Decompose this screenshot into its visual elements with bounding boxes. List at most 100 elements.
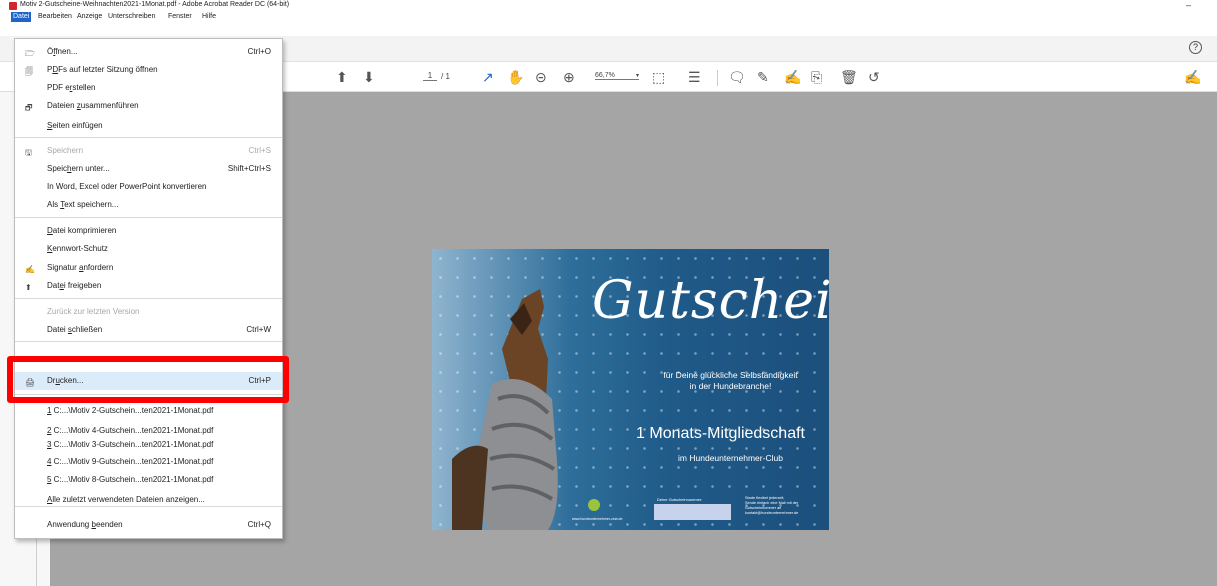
menu-item-close[interactable]: Datei schließen Ctrl+W [15, 321, 282, 339]
select-tool-icon[interactable]: ↗ [482, 69, 494, 85]
menu-item-password-protect[interactable]: Kennwort-Schutz [15, 240, 282, 258]
menu-item-label: Datei freigeben [47, 281, 102, 290]
menu-item-share-file[interactable]: ⬆ Datei freigeben [15, 277, 282, 295]
highlight-box [7, 356, 289, 403]
menu-item-label: Signatur anfordern [47, 263, 114, 272]
voucher-subtitle: für Deine glückliche Selbständigkeit in … [632, 370, 829, 392]
menu-item-label: Anwendung beenden [47, 520, 123, 529]
voucher-hint-line4: kontakt@hundeunternehmer.de [745, 511, 799, 515]
menu-item-convert-office[interactable]: In Word, Excel oder PowerPoint konvertie… [15, 178, 282, 196]
help-icon[interactable]: ? [1189, 41, 1202, 54]
menu-item-show-all-recent[interactable]: Alle zuletzt verwendeten Dateien anzeige… [15, 491, 282, 509]
page-up-icon[interactable]: ⬆ [336, 69, 348, 85]
menu-item-open-recent[interactable]: 🗐 PDFs auf letzter Sitzung öffnen [15, 61, 282, 79]
menu-item-label: 1 C:...\Motiv 2-Gutschein...ten2021-1Mon… [47, 406, 214, 415]
share-file-icon: ⬆ [25, 283, 32, 292]
menu-item-revert[interactable]: Zurück zur letzten Version [15, 303, 282, 321]
dog-with-scarf-image [452, 289, 558, 530]
menu-item-label: 3 C:...\Motiv 3-Gutschein...ten2021-1Mon… [47, 440, 214, 449]
fill-sign-icon[interactable]: ✍ [1184, 69, 1201, 85]
fit-page-icon[interactable]: ⬚ [652, 69, 665, 85]
voucher-subtitle-line2: in der Hundebranche! [689, 381, 772, 391]
menu-unterschreiben[interactable]: Unterschreiben [108, 13, 155, 20]
menu-separator [15, 137, 282, 138]
acrobat-app-icon [9, 2, 17, 10]
menu-item-label: Als Text speichern... [47, 200, 119, 209]
page-total: / 1 [441, 72, 450, 81]
minimize-button[interactable]: – [1186, 0, 1191, 10]
menu-item-open[interactable]: 🗁 Öffnen... Ctrl+O [15, 43, 282, 61]
menu-fenster[interactable]: Fenster [168, 13, 192, 20]
menu-item-label: PDF erstellen [47, 83, 96, 92]
voucher-headline: 1 Monats-Mitgliedschaft [636, 425, 805, 442]
recent-pdfs-icon: 🗐 [25, 67, 33, 76]
zoom-select[interactable]: 66,7% ▾ [595, 72, 639, 80]
scroll-mode-icon[interactable]: ☰ [688, 69, 701, 85]
menu-item-compress[interactable]: Datei komprimieren [15, 222, 282, 240]
menu-item-label: Datei komprimieren [47, 226, 117, 235]
club-logo-icon [588, 499, 600, 511]
menu-item-label: Seiten einfügen [47, 121, 103, 130]
menu-item-label: Alle zuletzt verwendeten Dateien anzeige… [47, 495, 205, 504]
rotate-icon[interactable]: ↺ [868, 69, 880, 85]
highlight-pen-icon[interactable]: ✎ [757, 69, 769, 85]
menu-item-label: Speichern unter... [47, 164, 110, 173]
menu-item-save-as-text[interactable]: Als Text speichern... [15, 196, 282, 214]
voucher-url: www.hundeunternehmer-club.de [572, 517, 623, 521]
zoom-value: 66,7% [595, 72, 615, 79]
menu-item-shortcut: Ctrl+Q [247, 520, 271, 529]
menu-item-shortcut: Shift+Ctrl+S [227, 164, 271, 173]
menu-item-recent-1[interactable]: 1 C:...\Motiv 2-Gutschein...ten2021-1Mon… [15, 402, 282, 420]
menu-item-recent-3[interactable]: 3 C:...\Motiv 3-Gutschein...ten2021-1Mon… [15, 436, 282, 454]
menu-hilfe[interactable]: Hilfe [202, 13, 216, 20]
title-bar: Motiv 2-Gutscheine-Weihnachten2021-1Mona… [0, 0, 1217, 12]
zoom-out-icon[interactable]: ⊝ [535, 69, 547, 85]
menu-item-label: Dateien zusammenführen [47, 101, 139, 110]
voucher-code-field [654, 504, 731, 520]
menu-bar: Datei Bearbeiten Anzeige Unterschreiben … [0, 12, 1217, 24]
menu-separator [15, 298, 282, 299]
menu-item-create-pdf[interactable]: PDF erstellen [15, 79, 282, 97]
menu-item-save-as[interactable]: Speichern unter... Shift+Ctrl+S [15, 160, 282, 178]
voucher-club: im Hundeunternehmer-Club [678, 453, 783, 463]
menu-item-recent-5[interactable]: 5 C:...\Motiv 8-Gutschein...ten2021-1Mon… [15, 471, 282, 489]
menu-item-shortcut: Ctrl+S [248, 146, 271, 155]
voucher-hint: Starte flexibel jederzeit, Sende einfach… [745, 496, 825, 516]
voucher-code-label: Deine Gutscheinnummer: [657, 497, 703, 502]
menu-item-insert-pages[interactable]: Seiten einfügen [15, 117, 282, 135]
menu-item-combine-files[interactable]: 🗗 Dateien zusammenführen [15, 97, 282, 115]
menu-item-exit[interactable]: Anwendung beenden Ctrl+Q [15, 516, 282, 534]
menu-item-label: Öffnen... [47, 47, 78, 56]
acrobat-window: Motiv 2-Gutscheine-Weihnachten2021-1Mona… [0, 0, 1217, 586]
voucher-subtitle-line1: für Deine glückliche Selbständigkeit [663, 370, 798, 380]
menu-anzeige[interactable]: Anzeige [77, 13, 102, 20]
menu-item-save[interactable]: 🖫 Speichern Ctrl+S [15, 142, 282, 160]
delete-icon[interactable]: 🗑 [840, 69, 858, 85]
voucher-title: Gutschein [592, 271, 829, 331]
menu-item-request-signature[interactable]: ✍ Signatur anfordern [15, 259, 282, 277]
comment-icon[interactable]: 🗨 [728, 69, 746, 85]
pdf-page: Gutschein für Deine glückliche Selbständ… [432, 249, 829, 530]
page-number-input[interactable]: 1 [423, 71, 437, 81]
save-icon: 🖫 [25, 148, 32, 157]
menu-bearbeiten[interactable]: Bearbeiten [38, 13, 72, 20]
zoom-in-icon[interactable]: ⊕ [563, 69, 575, 85]
page-down-icon[interactable]: ⬇ [363, 69, 375, 85]
menu-item-shortcut: Ctrl+W [246, 325, 271, 334]
menu-item-shortcut: Ctrl+O [247, 47, 271, 56]
menu-item-label: In Word, Excel oder PowerPoint konvertie… [47, 182, 207, 191]
toolbar-divider [717, 70, 718, 86]
stamp-icon[interactable]: ⎘ [811, 69, 822, 85]
menu-item-recent-4[interactable]: 4 C:...\Motiv 9-Gutschein...ten2021-1Mon… [15, 453, 282, 471]
menu-item-label: Zurück zur letzten Version [47, 307, 140, 316]
sign-icon[interactable]: ✍ [784, 69, 801, 85]
menu-item-label: Kennwort-Schutz [47, 244, 108, 253]
folder-open-icon: 🗁 [25, 49, 35, 58]
hand-tool-icon[interactable]: ✋ [507, 69, 524, 85]
window-title: Motiv 2-Gutscheine-Weihnachten2021-1Mona… [20, 1, 290, 8]
menu-datei[interactable]: Datei [11, 12, 32, 22]
menu-item-label: 4 C:...\Motiv 9-Gutschein...ten2021-1Mon… [47, 457, 214, 466]
menu-item-label: PDFs auf letzter Sitzung öffnen [47, 65, 158, 74]
menu-separator [15, 341, 282, 342]
menu-separator [15, 217, 282, 218]
